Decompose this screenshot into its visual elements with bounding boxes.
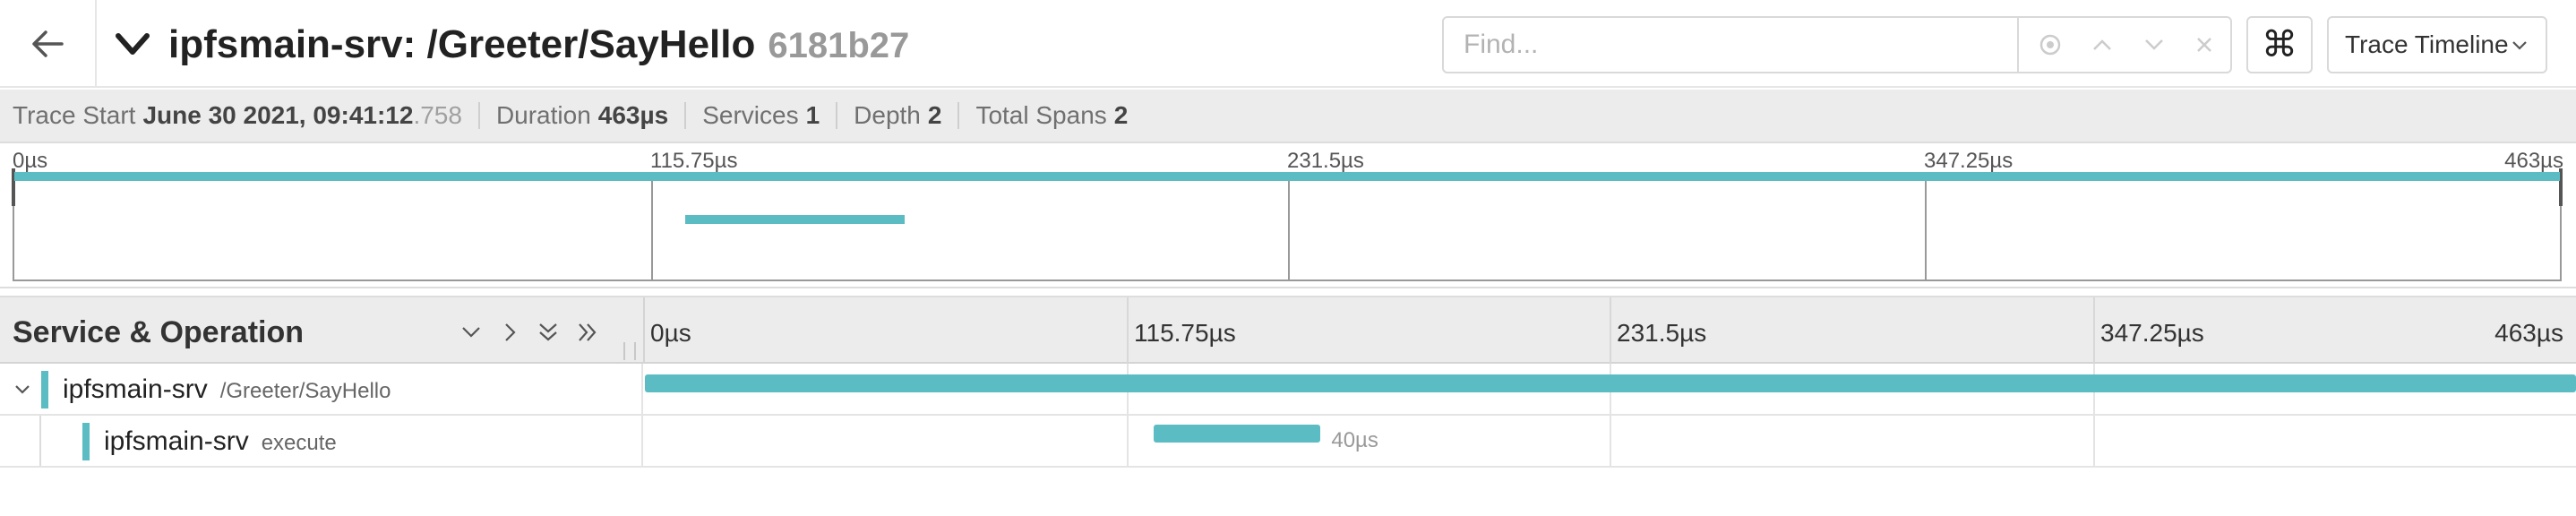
duration-label: Duration bbox=[495, 101, 591, 129]
chevron-down-icon bbox=[2145, 39, 2163, 50]
double-chevron-right-icon bbox=[579, 323, 597, 341]
column-divider bbox=[643, 297, 645, 364]
minimap-tick: 115.75µs bbox=[650, 149, 738, 173]
depth-value: 2 bbox=[927, 101, 942, 129]
row-gridline bbox=[2093, 416, 2095, 466]
chevron-down-icon bbox=[462, 327, 480, 338]
collapse-one-button[interactable] bbox=[457, 319, 485, 346]
span-row[interactable]: ipfsmain-srv execute 40µs bbox=[0, 416, 2576, 468]
span-row[interactable]: ipfsmain-srv/Greeter/SayHello bbox=[0, 364, 2576, 416]
minimap-gridline bbox=[1925, 172, 1927, 280]
keyboard-shortcuts-button[interactable]: ⌘ bbox=[2246, 16, 2313, 73]
summary-divider bbox=[477, 102, 480, 129]
clear-find-button[interactable] bbox=[2178, 18, 2230, 72]
services-value: 1 bbox=[805, 101, 820, 129]
back-button[interactable] bbox=[0, 0, 97, 88]
trace-summary: Trace Start June 30 2021, 09:41:12.758 D… bbox=[0, 90, 2576, 143]
timeline-tick: 115.75µs bbox=[1134, 319, 1236, 347]
find-divider bbox=[2017, 18, 2019, 72]
find-input[interactable] bbox=[1444, 18, 2017, 72]
timeline-tick: 463µs bbox=[2494, 319, 2563, 347]
minimap-gridline bbox=[651, 172, 653, 280]
minimap-gridline bbox=[1288, 172, 1290, 280]
operation-name: /Greeter/SayHello bbox=[219, 379, 391, 403]
expand-all-button[interactable] bbox=[573, 319, 602, 346]
duration-value: 463µs bbox=[597, 101, 669, 129]
chevron-down-icon[interactable] bbox=[13, 380, 32, 400]
trace-start-value: June 30 2021, 09:41:12 bbox=[142, 101, 414, 129]
services-label: Services bbox=[702, 101, 799, 129]
service-name: ipfsmain-srv bbox=[63, 374, 208, 404]
expand-one-button[interactable] bbox=[496, 319, 525, 346]
view-mode-select[interactable]: Trace Timeline bbox=[2327, 16, 2547, 73]
span-duration-label: 40µs bbox=[1331, 428, 1378, 452]
column-resizer[interactable] bbox=[623, 342, 636, 364]
span-bar[interactable] bbox=[1154, 425, 1321, 443]
arrow-left-icon bbox=[32, 30, 64, 57]
tree-indent-guide bbox=[39, 416, 41, 466]
chevron-down-icon[interactable] bbox=[113, 27, 152, 63]
timeline-gridline bbox=[1610, 297, 1611, 364]
span-service-label[interactable]: ipfsmain-srv execute bbox=[104, 426, 337, 457]
span-name-cell: ipfsmain-srv execute bbox=[0, 416, 643, 466]
minimap-tick: 0µs bbox=[13, 149, 48, 173]
summary-divider bbox=[957, 102, 960, 129]
minimap-tick: 231.5µs bbox=[1287, 149, 1364, 173]
trace-id: 6181b27 bbox=[768, 26, 910, 65]
minimap-tick: 347.25µs bbox=[1924, 149, 2014, 173]
minimap-span-bar bbox=[14, 172, 2560, 181]
command-icon: ⌘ bbox=[2262, 25, 2297, 64]
trace-start-label: Trace Start bbox=[13, 101, 136, 129]
service-color-marker bbox=[82, 423, 90, 460]
trace-start: Trace Start June 30 2021, 09:41:12.758 bbox=[13, 101, 462, 130]
timeline-header: Service & Operation 0µs 115.75µs 231.5µs… bbox=[0, 296, 2576, 364]
row-gridline bbox=[1610, 416, 1611, 466]
timeline-tick: 0µs bbox=[650, 319, 691, 347]
trace-depth: Depth 2 bbox=[854, 101, 941, 130]
total-spans-value: 2 bbox=[1113, 101, 1129, 129]
locate-button[interactable] bbox=[2024, 18, 2076, 72]
span-name-cell: ipfsmain-srv/Greeter/SayHello bbox=[0, 364, 643, 414]
timeline-gridline bbox=[1127, 297, 1129, 364]
close-icon bbox=[2197, 38, 2211, 52]
chevron-up-icon bbox=[2093, 39, 2111, 50]
trace-minimap[interactable]: 0µs 115.75µs 231.5µs 347.25µs 463µs bbox=[0, 145, 2576, 288]
trace-title[interactable]: ipfsmain-srv: /Greeter/SayHello 6181b27 bbox=[168, 20, 909, 71]
trace-total-spans: Total Spans 2 bbox=[975, 101, 1128, 130]
chevron-right-icon bbox=[505, 323, 516, 341]
minimap-span-bar bbox=[684, 215, 906, 224]
view-mode-label: Trace Timeline bbox=[2345, 30, 2509, 58]
depth-label: Depth bbox=[854, 101, 921, 129]
chevron-down-icon bbox=[2512, 41, 2527, 50]
trace-start-ms: .758 bbox=[413, 101, 462, 129]
collapse-all-button[interactable] bbox=[534, 319, 562, 346]
trace-services: Services 1 bbox=[702, 101, 820, 130]
span-service-label[interactable]: ipfsmain-srv/Greeter/SayHello bbox=[63, 374, 391, 405]
find-box bbox=[1442, 16, 2232, 73]
trace-page-header: ipfsmain-srv: /Greeter/SayHello 6181b27 bbox=[0, 0, 2576, 88]
service-name: ipfsmain-srv bbox=[104, 426, 249, 456]
timeline-gridline bbox=[2093, 297, 2095, 364]
minimap-canvas[interactable] bbox=[12, 168, 2563, 281]
service-color-marker bbox=[41, 371, 48, 408]
timeline-tick: 231.5µs bbox=[1617, 319, 1707, 347]
trace-title-text: ipfsmain-srv: /Greeter/SayHello bbox=[168, 22, 756, 66]
operation-name: execute bbox=[261, 431, 337, 455]
double-chevron-down-icon bbox=[539, 323, 557, 341]
service-operation-title: Service & Operation bbox=[13, 315, 305, 349]
summary-divider bbox=[836, 102, 838, 129]
prev-match-button[interactable] bbox=[2076, 18, 2128, 72]
trace-duration: Duration 463µs bbox=[496, 101, 668, 130]
row-gridline bbox=[1127, 416, 1129, 466]
minimap-tick: 463µs bbox=[2504, 149, 2563, 173]
next-match-button[interactable] bbox=[2128, 18, 2180, 72]
locate-icon bbox=[2039, 34, 2061, 56]
summary-divider bbox=[684, 102, 687, 129]
total-spans-label: Total Spans bbox=[975, 101, 1107, 129]
timeline-tick: 347.25µs bbox=[2100, 319, 2204, 347]
span-bar[interactable] bbox=[645, 374, 2576, 392]
